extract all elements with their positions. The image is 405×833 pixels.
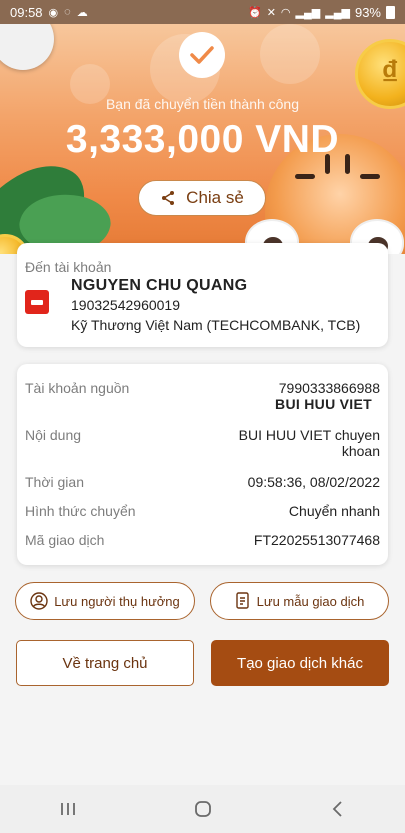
- time-row: Thời gian 09:58:36, 08/02/2022: [25, 474, 380, 490]
- recents-icon[interactable]: [48, 789, 88, 829]
- battery-icon: [386, 5, 395, 19]
- system-nav-bar: [0, 785, 405, 833]
- recipient-bank: Kỹ Thương Việt Nam (TECHCOMBANK, TCB): [71, 317, 361, 333]
- bank-logo-icon: [25, 290, 49, 314]
- time-value: 09:58:36, 08/02/2022: [247, 474, 380, 490]
- content-row: Nội dung BUI HUU VIET chuyen khoan: [25, 427, 380, 459]
- success-check-icon: [179, 32, 225, 78]
- battery-percent: 93%: [354, 4, 381, 20]
- success-message: Bạn đã chuyển tiền thành công: [105, 96, 300, 112]
- share-button[interactable]: Chia sẻ: [138, 180, 266, 216]
- decor-flower: [260, 24, 320, 84]
- success-banner: ₫ Bạn đã chuyển tiền thành công 3,333,00…: [0, 24, 405, 254]
- transaction-details-card: Tài khoản nguồn 7990333866988 BUI HUU VI…: [17, 364, 388, 565]
- status-time: 09:58: [10, 4, 43, 20]
- save-template-button[interactable]: Lưu mẫu giao dịch: [210, 582, 389, 620]
- notification-icon: ◉: [48, 6, 59, 19]
- alarm-icon: ⏰: [248, 6, 262, 19]
- save-beneficiary-button[interactable]: Lưu người thụ hưởng: [15, 582, 195, 620]
- signal-icon: ▂▄▆: [295, 6, 321, 19]
- content-value-line1: BUI HUU VIET chuyen: [238, 427, 380, 443]
- recipient-card: Đến tài khoản NGUYEN CHU QUANG 190325429…: [17, 243, 388, 347]
- messenger-icon: ◌: [64, 6, 71, 18]
- share-icon: [162, 191, 175, 205]
- method-value: Chuyển nhanh: [288, 503, 380, 519]
- method-row: Hình thức chuyển Chuyển nhanh: [25, 503, 380, 519]
- signal-icon-2: ▂▄▆: [325, 6, 350, 19]
- transaction-id-label: Mã giao dịch: [25, 532, 105, 548]
- method-label: Hình thức chuyển: [25, 503, 136, 519]
- wifi-icon: ◠: [280, 6, 291, 19]
- time-label: Thời gian: [25, 474, 84, 490]
- source-account-label: Tài khoản nguồn: [25, 380, 130, 396]
- home-icon[interactable]: [183, 789, 223, 829]
- mute-icon: ✕: [266, 6, 276, 19]
- document-icon: [235, 592, 249, 609]
- transaction-id-row: Mã giao dịch FT22025513077468: [25, 532, 380, 548]
- status-bar: 09:58 ◉ ◌ ☁ ⏰ ✕ ◠ ▂▄▆ ▂▄▆ 93%: [0, 0, 405, 24]
- content-value-line2: khoan: [341, 443, 380, 459]
- save-template-label: Lưu mẫu giao dịch: [256, 593, 365, 609]
- recipient-account: 19032542960019: [71, 297, 181, 313]
- transaction-id-value: FT22025513077468: [253, 532, 380, 548]
- source-account-name: BUI HUU VIET: [275, 396, 372, 412]
- home-button[interactable]: Về trang chủ: [16, 640, 194, 686]
- recipient-name: NGUYEN CHU QUANG: [71, 277, 248, 294]
- cloud-icon: ☁: [76, 6, 88, 19]
- user-circle-icon: [30, 592, 48, 610]
- recipient-label: Đến tài khoản: [25, 259, 112, 275]
- source-account-number: 7990333866988: [278, 380, 380, 396]
- back-icon[interactable]: [318, 789, 358, 829]
- new-transaction-button[interactable]: Tạo giao dịch khác: [211, 640, 389, 686]
- share-label: Chia sẻ: [186, 188, 244, 207]
- transfer-amount: 3,333,000 VND: [65, 118, 340, 161]
- source-account-row: Tài khoản nguồn 7990333866988 BUI HUU VI…: [25, 380, 380, 412]
- save-beneficiary-label: Lưu người thụ hưởng: [54, 593, 180, 609]
- content-label: Nội dung: [25, 427, 82, 443]
